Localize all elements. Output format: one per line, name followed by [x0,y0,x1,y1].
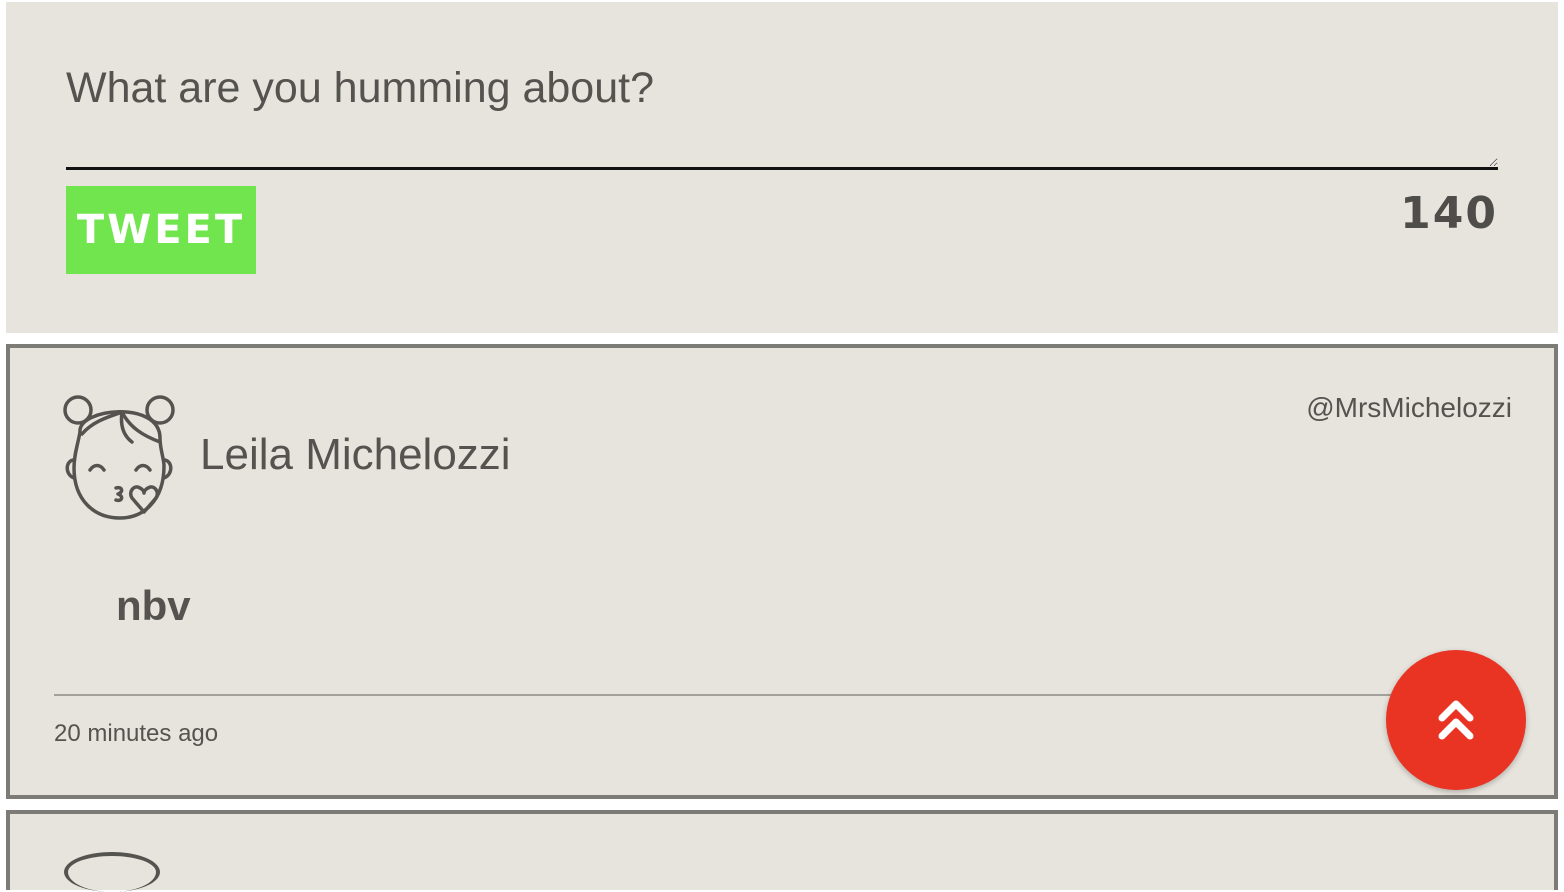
tweet-button[interactable]: TWEET [66,186,256,274]
avatar [60,390,178,522]
tweet-text: nbv [116,582,191,629]
double-chevron-up-icon [1438,700,1474,740]
tweet-card: Leila Michelozzi @MrsMichelozzi nbv 20 m… [6,344,1558,799]
avatar [64,852,160,892]
author-handle[interactable]: @MrsMichelozzi [1306,392,1512,424]
tweet-card-next [6,810,1558,892]
girl-blowing-kiss-icon [63,395,175,520]
author-name[interactable]: Leila Michelozzi [200,430,511,480]
scroll-to-top-button[interactable] [1386,650,1526,790]
compose-input[interactable] [66,42,1498,170]
tweet-timestamp: 20 minutes ago [54,720,219,747]
tweet-divider [54,694,1510,696]
compose-panel: TWEET 140 [6,2,1558,333]
character-counter: 140 [1400,188,1498,239]
